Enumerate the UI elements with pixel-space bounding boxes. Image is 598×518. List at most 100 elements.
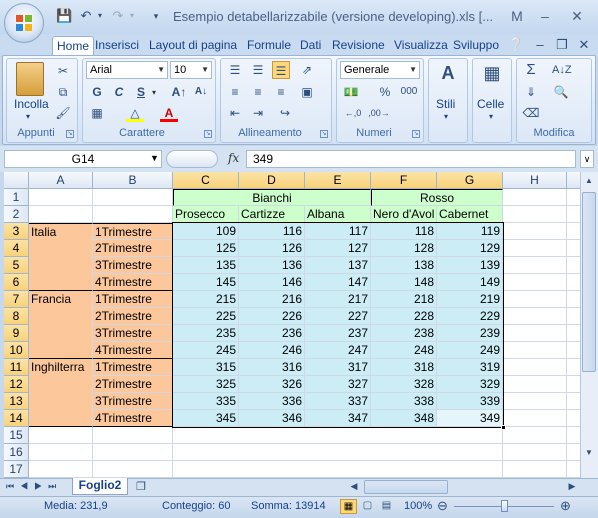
data-cell[interactable]: 347 — [305, 410, 371, 427]
data-cell[interactable]: 128 — [371, 240, 437, 257]
thousands-button[interactable]: 000 — [398, 83, 420, 101]
row-header-16[interactable]: 16 — [4, 444, 29, 461]
font-size-combo[interactable]: 10 ▼ — [170, 61, 212, 79]
scroll-down-icon[interactable]: ▼ — [582, 446, 596, 460]
customize-qat-icon[interactable]: ▾ — [148, 8, 164, 24]
data-cell[interactable]: 129 — [437, 240, 503, 257]
data-cell[interactable]: 329 — [437, 376, 503, 393]
data-cell[interactable]: 245 — [173, 342, 239, 359]
orientation-icon[interactable]: ⇗ — [298, 61, 316, 79]
data-cell[interactable]: 247 — [305, 342, 371, 359]
clear-icon[interactable]: ⌫ — [522, 104, 540, 122]
col-header-d[interactable]: D — [239, 172, 305, 189]
data-cell[interactable]: 135 — [173, 257, 239, 274]
row-header-2[interactable]: 2 — [4, 206, 29, 223]
zoom-in-icon[interactable]: ⊕ — [560, 498, 571, 514]
increase-indent-icon[interactable]: ⇥ — [249, 104, 267, 122]
data-cell[interactable]: 147 — [305, 274, 371, 291]
data-cell[interactable]: 238 — [371, 325, 437, 342]
page-break-view-icon[interactable]: ▤ — [378, 499, 395, 514]
fill-handle[interactable] — [501, 425, 506, 430]
data-cell[interactable]: 109 — [173, 223, 239, 240]
currency-icon[interactable]: 💵 — [342, 83, 360, 101]
ribbon-minimize-icon[interactable]: – — [532, 37, 548, 53]
paste-icon[interactable] — [16, 62, 44, 96]
row-header-11[interactable]: 11 — [4, 359, 29, 376]
align-center-icon[interactable]: ≡ — [249, 83, 267, 101]
copy-icon[interactable]: ⧉ — [54, 83, 72, 101]
col-header-c[interactable]: C — [173, 172, 239, 189]
data-cell[interactable]: 216 — [239, 291, 305, 308]
data-cell[interactable]: 137 — [305, 257, 371, 274]
row-header-5[interactable]: 5 — [4, 257, 29, 274]
tab-visualizza[interactable]: Visualizza — [390, 36, 452, 56]
office-button[interactable] — [4, 3, 44, 43]
data-cell[interactable]: 118 — [371, 223, 437, 240]
col-header-i[interactable] — [567, 172, 580, 189]
data-cell[interactable]: 346 — [239, 410, 305, 427]
font-name-combo[interactable]: Arial ▼ — [86, 61, 168, 79]
cells-dropdown-icon[interactable]: ▾ — [489, 112, 493, 121]
tab-formule[interactable]: Formule — [243, 36, 295, 56]
styles-dropdown-icon[interactable]: ▾ — [444, 112, 448, 121]
merge-center-icon[interactable]: ▣ — [298, 83, 316, 101]
data-cell[interactable]: 225 — [173, 308, 239, 325]
alignment-launcher-icon[interactable]: ↘ — [320, 130, 328, 138]
row-header-17[interactable]: 17 — [4, 461, 29, 478]
data-cell[interactable]: 138 — [371, 257, 437, 274]
data-cell[interactable]: 336 — [239, 393, 305, 410]
find-select-icon[interactable]: 🔍 — [552, 83, 570, 101]
col-header-g[interactable]: G — [437, 172, 503, 189]
data-cell[interactable]: 338 — [371, 393, 437, 410]
align-right-icon[interactable]: ≡ — [272, 83, 290, 101]
quarter-cell[interactable]: 4Trimestre — [93, 274, 173, 291]
country-cell[interactable]: Inghilterra — [29, 359, 93, 427]
tab-revisione[interactable]: Revisione — [328, 36, 389, 56]
insert-sheet-icon[interactable]: ❐ — [136, 480, 146, 493]
quarter-cell[interactable]: 4Trimestre — [93, 410, 173, 427]
row-header-7[interactable]: 7 — [4, 291, 29, 308]
header-rosso[interactable]: Rosso — [371, 189, 503, 206]
font-color-icon[interactable]: A — [160, 104, 178, 122]
data-cell[interactable]: 227 — [305, 308, 371, 325]
cut-icon[interactable]: ✂ — [54, 62, 72, 80]
vertical-scroll-thumb[interactable] — [582, 192, 596, 372]
wine-header-albana[interactable]: Albana — [305, 206, 371, 223]
col-header-e[interactable]: E — [305, 172, 371, 189]
align-top-icon[interactable]: ☰ — [226, 61, 244, 79]
fill-color-icon[interactable]: △ — [126, 104, 144, 122]
data-cell[interactable]: 236 — [239, 325, 305, 342]
data-cell[interactable]: 237 — [305, 325, 371, 342]
data-cell[interactable]: 249 — [437, 342, 503, 359]
col-header-a[interactable]: A — [29, 172, 93, 189]
data-cell[interactable]: 217 — [305, 291, 371, 308]
data-cell[interactable]: 148 — [371, 274, 437, 291]
decrease-decimal-icon[interactable]: ,00→ — [368, 104, 390, 122]
tab-dati[interactable]: Dati — [296, 36, 325, 56]
country-cell[interactable]: Francia — [29, 291, 93, 359]
data-cell[interactable]: 219 — [437, 291, 503, 308]
redo-dropdown-icon[interactable]: ▾ — [124, 8, 140, 24]
data-cell[interactable]: 327 — [305, 376, 371, 393]
row-header-4[interactable]: 4 — [4, 240, 29, 257]
data-cell[interactable]: 246 — [239, 342, 305, 359]
hscroll-right-icon[interactable]: ▶ — [565, 481, 579, 493]
autosum-icon[interactable]: Σ — [522, 61, 540, 79]
header-bianchi[interactable]: Bianchi — [173, 189, 371, 206]
increase-decimal-icon[interactable]: ←,0 — [342, 104, 364, 122]
data-cell[interactable]: 139 — [437, 257, 503, 274]
close-button[interactable]: ✕ — [568, 8, 586, 24]
page-layout-view-icon[interactable]: ▢ — [359, 499, 376, 514]
row-header-1[interactable]: 1 — [4, 189, 29, 206]
row-header-15[interactable]: 15 — [4, 427, 29, 444]
horizontal-scroll-thumb[interactable] — [364, 480, 448, 494]
data-cell[interactable]: 315 — [173, 359, 239, 376]
tab-sviluppo[interactable]: Sviluppo — [449, 36, 503, 56]
data-cell[interactable]: 126 — [239, 240, 305, 257]
insert-function-button[interactable]: fx — [228, 151, 239, 165]
data-cell[interactable]: 235 — [173, 325, 239, 342]
data-cell[interactable]: 339 — [437, 393, 503, 410]
decrease-indent-icon[interactable]: ⇤ — [226, 104, 244, 122]
data-cell[interactable]: 335 — [173, 393, 239, 410]
quarter-cell[interactable]: 1Trimestre — [93, 291, 173, 308]
